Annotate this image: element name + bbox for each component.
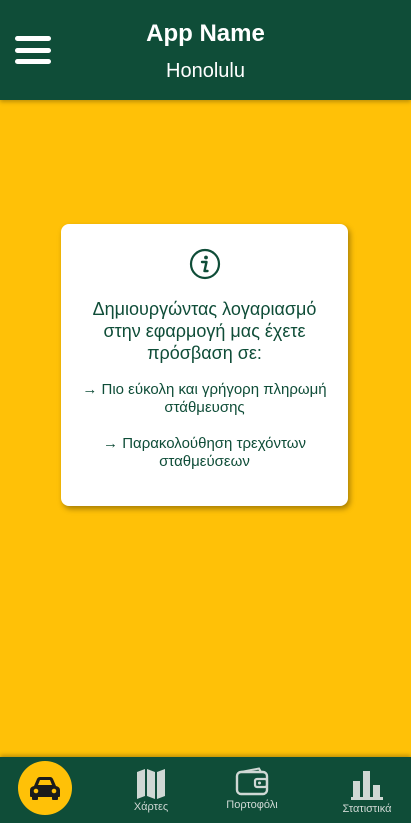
benefit-item: → Παρακολούθηση τρεχόντων σταθμεύσεων	[103, 435, 306, 470]
bar-chart-icon	[351, 771, 383, 800]
benefit-item: → Πιο εύκολη και γρήγορη πληρωμή στάθμευ…	[82, 381, 327, 416]
nav-item-wallet[interactable]: Πορτοφόλι	[212, 767, 292, 811]
nav-parking-button[interactable]	[18, 761, 72, 815]
nav-item-statistics[interactable]: Στατιστικά	[327, 769, 407, 815]
wallet-icon	[235, 767, 269, 796]
nav-item-maps[interactable]: Χάρτες	[111, 767, 191, 813]
map-icon	[137, 769, 165, 799]
bottom-navigation: Χάρτες Πορτοφόλι Στατιστικά	[0, 757, 411, 823]
nav-label-maps: Χάρτες	[133, 801, 169, 813]
info-icon	[189, 248, 221, 280]
nav-label-statistics: Στατιστικά	[342, 803, 392, 815]
app-title: App Name	[146, 20, 265, 47]
app-header: App Name Honolulu	[0, 0, 411, 100]
city-name: Honolulu	[166, 60, 245, 82]
car-icon	[30, 777, 60, 800]
info-card: Δημιουργώντας λογαριασμό στην εφαρμογή μ…	[61, 224, 348, 506]
card-title: Δημιουργώντας λογαριασμό στην εφαρμογή μ…	[92, 299, 317, 363]
nav-label-wallet: Πορτοφόλι	[226, 799, 278, 811]
